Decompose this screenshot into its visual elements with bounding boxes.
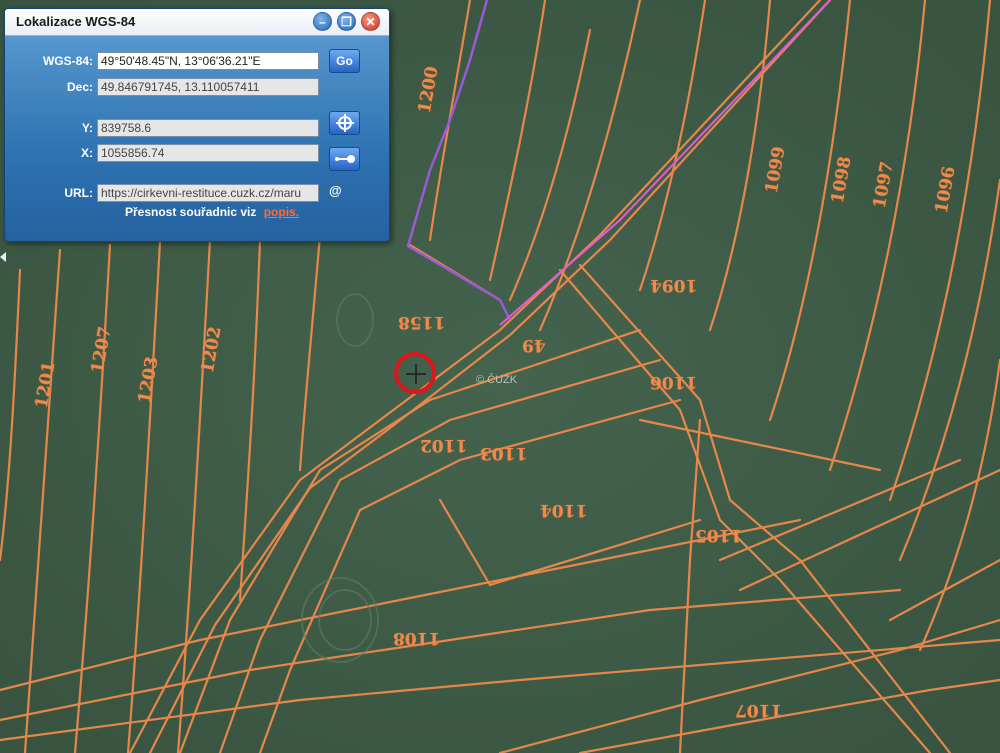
dialog-title: Lokalizace WGS-84 (16, 14, 136, 29)
parcel-label: 1102 (420, 435, 468, 455)
copyright-notice: © ČUZK (476, 374, 518, 386)
parcel-label: 1158 (398, 312, 446, 332)
parcel-label: 1107 (735, 700, 783, 720)
url-label: URL: (64, 186, 93, 200)
minimize-button[interactable]: – (313, 12, 332, 31)
close-icon: ✕ (365, 15, 376, 29)
parcel-label: 1094 (650, 275, 698, 295)
wgs84-label: WGS-84: (42, 54, 93, 68)
target-icon (335, 114, 354, 132)
url-field[interactable] (97, 184, 319, 202)
popis-link[interactable]: popis. (264, 205, 299, 219)
x-label: X: (81, 146, 93, 160)
precision-note: Přesnost souřadnic viz popis. (125, 205, 299, 219)
expand-arrow-icon[interactable] (0, 252, 6, 262)
restore-button[interactable]: ❐ (337, 12, 356, 31)
wgs84-localization-dialog: Lokalizace WGS-84 – ❐ ✕ WGS-84: Go Dec: … (4, 8, 390, 242)
y-label: Y: (81, 121, 93, 135)
y-field[interactable] (97, 119, 319, 137)
parcel-label: 1105 (695, 525, 743, 545)
restore-icon: ❐ (341, 15, 352, 29)
parcel-label: 1106 (650, 372, 698, 392)
dialog-titlebar[interactable]: Lokalizace WGS-84 – ❐ ✕ (5, 9, 389, 36)
dec-label: Dec: (66, 80, 93, 94)
crosshair-icon (406, 364, 426, 384)
parcel-label: 1108 (393, 628, 441, 648)
arrow-link-icon (334, 155, 355, 163)
wgs84-input[interactable] (97, 52, 319, 70)
x-field[interactable] (97, 144, 319, 162)
email-link-icon[interactable]: @ (329, 183, 342, 198)
dec-field[interactable] (97, 78, 319, 96)
close-button[interactable]: ✕ (361, 12, 380, 31)
pan-to-button[interactable] (329, 147, 360, 171)
locate-target-button[interactable] (329, 111, 360, 135)
parcel-label: 49 (522, 335, 546, 355)
go-button[interactable]: Go (329, 49, 360, 73)
parcel-label: 1103 (480, 443, 528, 463)
parcel-label: 1104 (540, 500, 588, 520)
minimize-icon: – (319, 15, 326, 29)
precision-text: Přesnost souřadnic viz (125, 205, 257, 219)
